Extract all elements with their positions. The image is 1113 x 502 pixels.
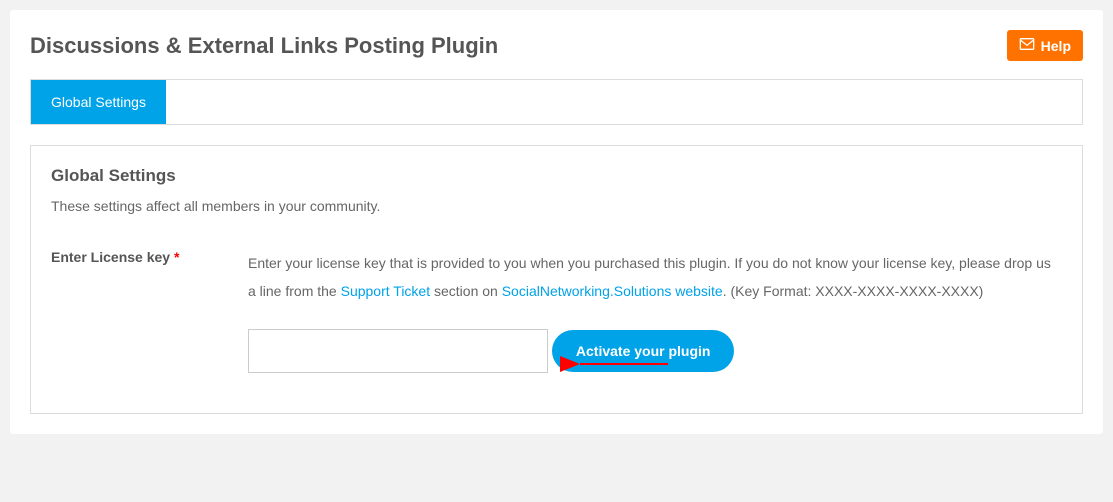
activate-button-label: Activate your plugin — [576, 343, 711, 359]
license-label: Enter License key — [51, 249, 170, 265]
sns-website-link[interactable]: SocialNetworking.Solutions website — [502, 283, 723, 299]
desc-text-2: section on — [430, 283, 502, 299]
license-key-input[interactable] — [248, 329, 548, 373]
activate-plugin-button[interactable]: Activate your plugin — [552, 330, 735, 372]
mail-icon — [1019, 36, 1035, 55]
help-button-label: Help — [1041, 38, 1071, 54]
tabs-container: Global Settings — [30, 79, 1083, 125]
license-form-row: Enter License key * Enter your license k… — [51, 249, 1062, 373]
required-indicator: * — [174, 249, 179, 265]
license-label-container: Enter License key * — [51, 249, 248, 265]
tab-label: Global Settings — [51, 94, 146, 110]
license-field-container: Enter your license key that is provided … — [248, 249, 1062, 373]
tab-global-settings[interactable]: Global Settings — [31, 80, 166, 124]
help-button[interactable]: Help — [1007, 30, 1083, 61]
settings-panel: Discussions & External Links Posting Plu… — [10, 10, 1103, 434]
panel-header: Discussions & External Links Posting Plu… — [30, 30, 1083, 61]
settings-box: Global Settings These settings affect al… — [30, 145, 1083, 414]
page-title: Discussions & External Links Posting Plu… — [30, 33, 498, 59]
section-description: These settings affect all members in you… — [51, 198, 1062, 214]
section-title: Global Settings — [51, 166, 1062, 186]
license-description: Enter your license key that is provided … — [248, 249, 1062, 305]
desc-text-3: . (Key Format: XXXX-XXXX-XXXX-XXXX) — [723, 283, 984, 299]
support-ticket-link[interactable]: Support Ticket — [341, 283, 431, 299]
